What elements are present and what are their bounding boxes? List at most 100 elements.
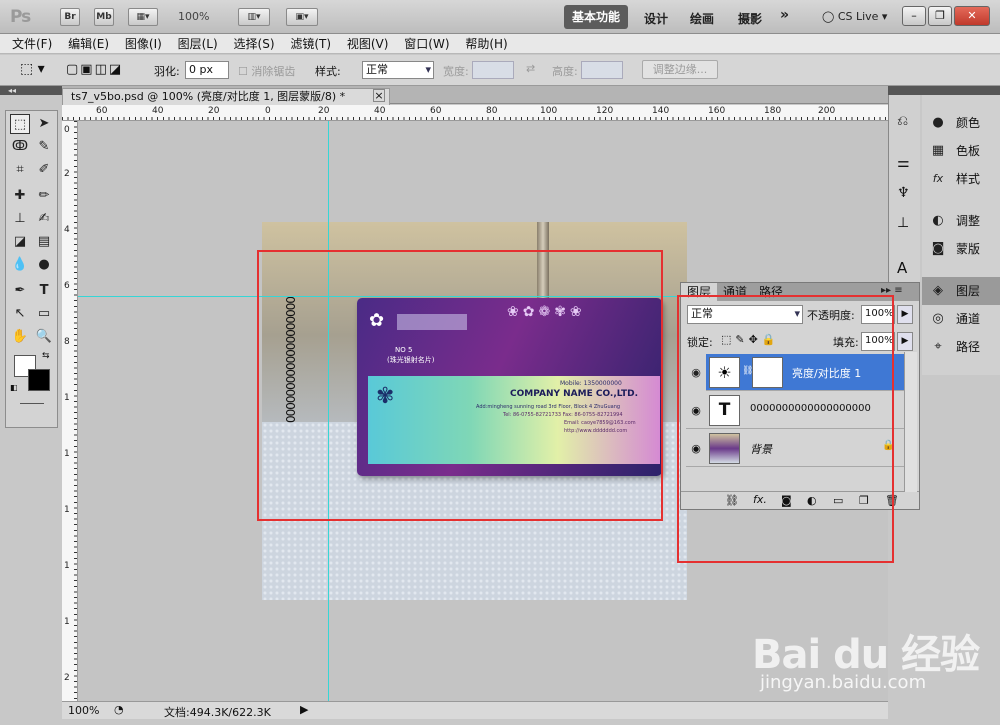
fill-slider-arrow-icon[interactable]: ▶ <box>897 332 913 351</box>
menu-image[interactable]: 图像(I) <box>125 34 162 54</box>
status-menu-arrow-icon[interactable]: ▶ <box>300 703 308 716</box>
opacity-slider-arrow-icon[interactable]: ▶ <box>897 305 913 324</box>
path-selection-tool-icon[interactable]: ↖ <box>10 304 30 324</box>
hand-tool-icon[interactable]: ✋ <box>10 327 30 347</box>
height-input[interactable] <box>581 61 623 79</box>
ruler-tick-label: 180 <box>764 106 782 116</box>
dock-label: 样式 <box>956 172 981 186</box>
marquee-tool-icon[interactable]: ⬚ <box>10 114 30 134</box>
shape-tool-icon[interactable]: ▭ <box>34 304 54 324</box>
history-brush-tool-icon[interactable]: ✍ <box>34 209 54 229</box>
mini-bridge-button[interactable]: Mb <box>94 8 114 26</box>
swatches-icon: ▦ <box>931 143 945 158</box>
menu-file[interactable]: 文件(F) <box>12 34 52 54</box>
dock-item-layers[interactable]: ◈ 图层 <box>922 277 1000 305</box>
healing-brush-tool-icon[interactable]: ✚ <box>10 186 30 206</box>
dock-item-masks[interactable]: ◙ 蒙版 <box>922 235 1000 263</box>
ruler-tick-label: 2 <box>64 169 70 179</box>
ruler-tick-label: 20 <box>318 106 330 116</box>
vertical-ruler: 0 2 4 6 8 1 1 1 1 1 2 <box>62 121 78 701</box>
dodge-tool-icon[interactable]: ● <box>34 255 54 275</box>
dock-label: 通道 <box>956 312 981 326</box>
default-colors-icon[interactable]: ◧ <box>10 383 18 392</box>
dock-item-color[interactable]: ● 颜色 <box>922 109 1000 137</box>
adjustments-icon: ◐ <box>932 213 944 228</box>
history-panel-icon[interactable]: ⎌ <box>897 113 908 129</box>
clone-stamp-tool-icon[interactable]: ⊥ <box>10 209 30 229</box>
zoom-level-menu[interactable]: 100% <box>178 10 209 23</box>
dock-label: 图层 <box>956 284 981 298</box>
menu-help[interactable]: 帮助(H) <box>465 34 507 54</box>
document-tab[interactable]: ts7_v5bo.psd @ 100% (亮度/对比度 1, 图层蒙版/8) *… <box>62 88 390 105</box>
style-select[interactable]: 正常 ▾ <box>362 61 434 79</box>
ruler-tick-label: 1 <box>64 561 70 571</box>
dock-item-channels[interactable]: ◎ 通道 <box>922 305 1000 333</box>
layers-scrollbar[interactable] <box>904 352 917 492</box>
swap-colors-icon[interactable]: ⇆ <box>42 351 50 361</box>
ruler-tick-label: 140 <box>652 106 670 116</box>
photoshop-logo: Ps <box>10 7 31 27</box>
menu-layer[interactable]: 图层(L) <box>178 34 218 54</box>
character-panel-icon[interactable]: A <box>897 259 907 277</box>
menu-window[interactable]: 窗口(W) <box>404 34 449 54</box>
more-workspaces-button[interactable]: » <box>780 7 789 23</box>
move-tool-icon[interactable]: ➤ <box>34 114 54 134</box>
lasso-tool-icon[interactable]: ↂ <box>10 137 30 157</box>
antialias-checkbox[interactable]: ☐ 消除锯齿 <box>238 63 295 79</box>
screen-mode-button[interactable]: ▣▾ <box>286 8 318 26</box>
marquee-tool-preset-icon[interactable]: ⬚ ▾ <box>20 61 45 77</box>
dock-item-swatches[interactable]: ▦ 色板 <box>922 137 1000 165</box>
width-input[interactable] <box>472 61 514 79</box>
ruler-tick-label: 100 <box>540 106 558 116</box>
brush-presets-icon[interactable]: ⚌ <box>897 155 910 171</box>
ruler-tick-label: 1 <box>64 449 70 459</box>
dock-item-styles[interactable]: fx 样式 <box>922 165 1000 193</box>
collapse-toolbox-icon[interactable]: ◂◂ <box>8 86 16 95</box>
zoom-tool-icon[interactable]: 🔍 <box>34 327 54 347</box>
type-tool-icon[interactable]: T <box>34 281 54 301</box>
crop-tool-icon[interactable]: ⌗ <box>10 160 30 180</box>
swap-icon[interactable]: ⇄ <box>526 62 535 75</box>
paths-icon: ⌖ <box>934 339 942 354</box>
status-icon[interactable]: ◔ <box>114 703 124 716</box>
quick-select-tool-icon[interactable]: ✎ <box>34 137 54 157</box>
workspace-design[interactable]: 设计 <box>644 10 668 27</box>
gradient-tool-icon[interactable]: ▤ <box>34 232 54 252</box>
cs-live-menu[interactable]: ◯ CS Live ▾ <box>822 10 887 23</box>
close-button[interactable]: ✕ <box>954 6 990 26</box>
dock-item-paths[interactable]: ⌖ 路径 <box>922 333 1000 361</box>
view-extras-button[interactable]: ▦▾ <box>128 8 158 26</box>
eraser-tool-icon[interactable]: ◪ <box>10 232 30 252</box>
restore-button[interactable]: ❐ <box>928 6 952 26</box>
menu-filter[interactable]: 滤镜(T) <box>290 34 331 54</box>
status-zoom[interactable]: 100% <box>68 704 99 717</box>
ruler-tick-label: 80 <box>486 106 498 116</box>
workspace-painting[interactable]: 绘画 <box>690 10 714 27</box>
eyedropper-tool-icon[interactable]: ✐ <box>34 160 54 180</box>
arrange-documents-button[interactable]: ▥▾ <box>238 8 270 26</box>
workspace-essentials[interactable]: 基本功能 <box>564 5 628 29</box>
ruler-tick-label: 120 <box>596 106 614 116</box>
close-tab-button[interactable]: × <box>373 89 385 102</box>
tool-presets-icon[interactable]: ⊥ <box>897 215 909 231</box>
menu-view[interactable]: 视图(V) <box>347 34 389 54</box>
blur-tool-icon[interactable]: 💧 <box>10 255 30 275</box>
dock-item-adjustments[interactable]: ◐ 调整 <box>922 207 1000 235</box>
pen-tool-icon[interactable]: ✒ <box>10 281 30 301</box>
menu-edit[interactable]: 编辑(E) <box>68 34 109 54</box>
bridge-button[interactable]: Br <box>60 8 80 26</box>
minimize-button[interactable]: – <box>902 6 926 26</box>
workspace-photography[interactable]: 摄影 <box>738 10 762 27</box>
clone-source-icon[interactable]: ♆ <box>897 185 910 201</box>
refine-edge-button[interactable]: 调整边缘... <box>642 60 718 79</box>
ruler-tick-label: 200 <box>818 106 836 116</box>
feather-label: 羽化: <box>154 65 180 78</box>
menu-select[interactable]: 选择(S) <box>234 34 275 54</box>
feather-input[interactable]: 0 px <box>185 61 229 79</box>
horizontal-ruler: 60 40 20 0 20 40 60 80 100 120 140 160 1… <box>62 105 888 121</box>
dock-label: 蒙版 <box>956 242 981 256</box>
background-color-swatch[interactable] <box>28 369 50 391</box>
selection-mode-icons[interactable]: ▢▣◫◪ <box>66 62 123 77</box>
brush-tool-icon[interactable]: ✏ <box>34 186 54 206</box>
dock-label: 调整 <box>956 214 981 228</box>
